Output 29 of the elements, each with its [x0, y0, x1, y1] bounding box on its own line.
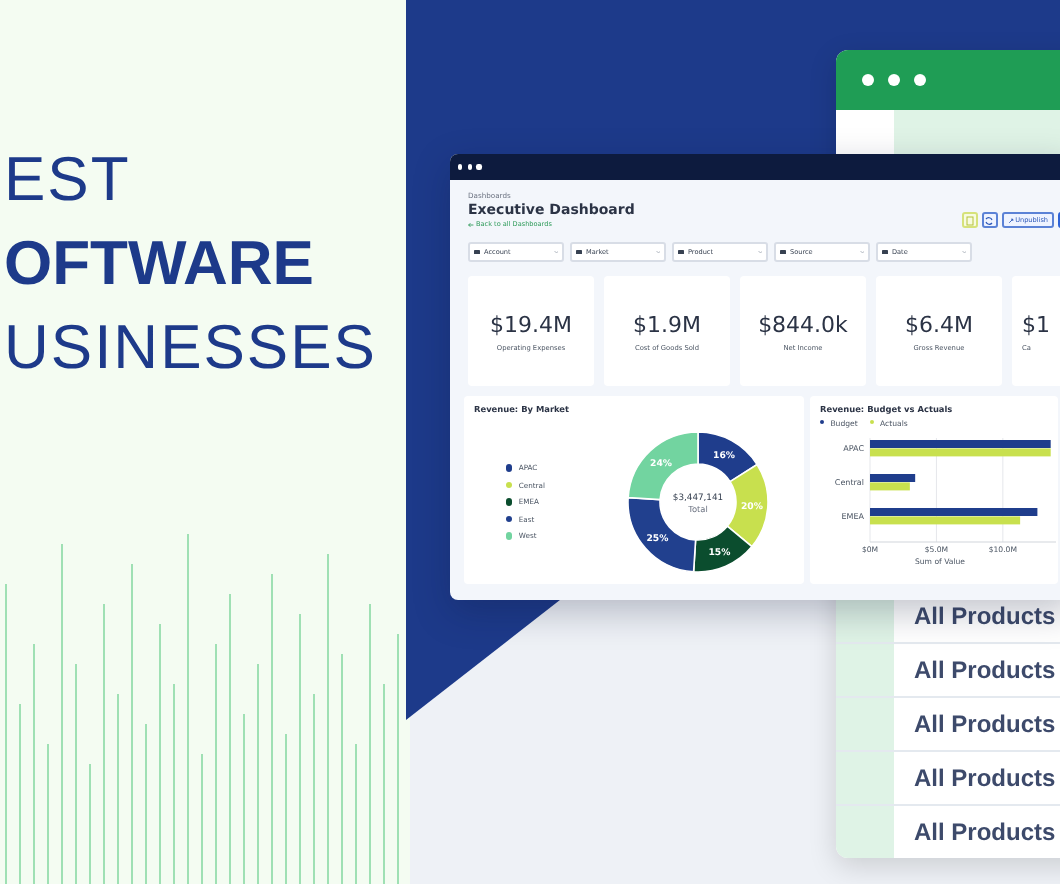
- table-cell-text: All Products: [912, 602, 1056, 630]
- kpi-value: $844.0k: [758, 311, 848, 337]
- document-icon: [965, 215, 974, 225]
- arrow-left-icon: [468, 221, 474, 227]
- folder-icon: [576, 249, 582, 255]
- window-dot-icon: [467, 164, 472, 170]
- headline-text: USINESSES: [4, 312, 377, 384]
- kpi-value: $6.4M: [905, 311, 973, 337]
- folder-icon: [678, 249, 684, 255]
- refresh-icon: [984, 215, 995, 225]
- headline-text: OFTWARE: [4, 228, 314, 300]
- table-cell-text: All Products: [912, 818, 1056, 846]
- headline-text: EST: [4, 144, 131, 216]
- kpi-value: $1: [1022, 311, 1050, 337]
- folder-icon: [474, 249, 480, 255]
- kpi-value: $19.4M: [490, 311, 572, 337]
- table-cell-text: All Products: [912, 764, 1056, 792]
- folder-icon: [780, 249, 786, 255]
- link-icon: [1007, 217, 1014, 223]
- window-dot-icon: [914, 74, 926, 86]
- table-cell-text: All Products: [912, 656, 1056, 684]
- kpi-value: $1.9M: [633, 311, 701, 337]
- window-dot-icon: [862, 74, 874, 86]
- window-dot-icon: [888, 74, 900, 86]
- table-cell-text: All Products: [912, 710, 1056, 738]
- folder-icon: [882, 249, 888, 255]
- window-dot-icon: [476, 164, 482, 170]
- refresh-button[interactable]: [981, 212, 998, 228]
- window-dot-icon: [458, 164, 463, 170]
